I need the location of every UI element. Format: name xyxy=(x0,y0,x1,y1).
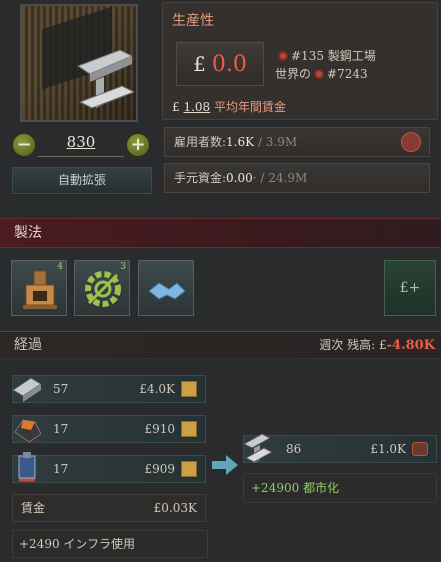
market-coin-icon[interactable] xyxy=(181,421,197,437)
urbanization-row[interactable]: +24900 都市化 xyxy=(243,473,437,503)
average-wage-label: 平均年間賃金 xyxy=(214,100,287,114)
arrow-right-icon xyxy=(212,455,238,475)
weekly-currency: £ xyxy=(379,338,387,352)
employment-bar[interactable]: 雇用者数:1.6K / 3.9M xyxy=(164,127,430,157)
productivity-value: 0.0 xyxy=(211,51,247,77)
productivity-value-box: £ 0.0 xyxy=(176,42,264,86)
productivity-panel: 生産性 £ 0.0 #135 製鋼工場 世界の #7243 £ 1.08 平均年間… xyxy=(162,2,438,120)
employment-max: / 3.9M xyxy=(257,135,298,149)
input-count: 57 xyxy=(53,382,69,396)
currency-symbol: £ xyxy=(193,52,206,76)
currency-icon: £ xyxy=(172,100,180,114)
average-wage[interactable]: £ 1.08 平均年間賃金 xyxy=(172,98,286,115)
flow-title: 経過 xyxy=(14,337,42,353)
rank-building: 製鋼工場 xyxy=(327,49,376,63)
input-price: £909 xyxy=(144,462,175,476)
steel-icon xyxy=(242,433,274,463)
input-price: £4.0K xyxy=(139,382,175,396)
world-prefix: 世界の xyxy=(275,67,312,81)
production-methods-header: 製法 xyxy=(0,218,441,248)
method-button-ownership[interactable] xyxy=(138,260,194,316)
infra-value: +2490 xyxy=(19,537,60,551)
output-count: 86 xyxy=(286,442,302,456)
output-price: £1.0K xyxy=(370,442,406,456)
productivity-title: 生産性 xyxy=(172,13,214,29)
iron-ingot-icon xyxy=(12,377,42,402)
method-button-automation[interactable]: 3 xyxy=(74,260,130,316)
wage-row[interactable]: 賃金 £0.03K xyxy=(12,494,206,522)
weekly-balance: 週次 残高: £-4.80K xyxy=(319,332,435,359)
market-coin-icon[interactable] xyxy=(412,442,428,456)
method-button-furnace[interactable]: 4 xyxy=(11,260,67,316)
rank-number: #135 xyxy=(291,49,324,63)
cash-sep: · xyxy=(252,171,257,185)
employment-current: 1.6K xyxy=(226,135,255,149)
input-good-row[interactable]: 17 £910 xyxy=(12,415,206,443)
urban-label: 都市化 xyxy=(303,481,340,495)
steel-beam-icon xyxy=(76,49,136,109)
handshake-icon xyxy=(148,282,186,300)
employment-label: 雇用者数: xyxy=(174,135,227,149)
rank-info: #135 製鋼工場 世界の #7243 xyxy=(275,47,376,83)
market-coin-icon[interactable] xyxy=(181,461,197,477)
tools-icon xyxy=(18,452,36,482)
weekly-label: 週次 残高: xyxy=(319,338,376,352)
decrease-level-button[interactable]: − xyxy=(12,133,36,157)
output-good-row[interactable]: 86 £1.0K xyxy=(242,433,437,463)
coal-icon xyxy=(14,419,42,443)
lp-add-button[interactable]: £+ xyxy=(384,260,436,316)
urban-value: +24900 xyxy=(251,481,300,495)
cash-current: 0.00 xyxy=(226,171,253,185)
infra-label: インフラ使用 xyxy=(63,537,136,551)
gear-icon xyxy=(278,51,288,61)
world-rank: #7243 xyxy=(327,67,368,81)
input-price: £910 xyxy=(144,422,175,436)
cash-bar[interactable]: 手元資金:0.00· / 24.9M xyxy=(164,163,430,193)
building-image xyxy=(20,4,138,122)
input-good-row[interactable]: 57 £4.0K xyxy=(12,375,206,403)
level-field[interactable]: 830 xyxy=(38,133,124,157)
wage-label: 賃金 xyxy=(21,501,46,515)
cash-label: 手元資金: xyxy=(174,171,227,185)
cash-max: / 24.9M xyxy=(260,171,308,185)
pop-avatar-icon[interactable] xyxy=(401,132,421,152)
wage-value: £0.03K xyxy=(153,501,197,515)
increase-level-button[interactable]: + xyxy=(126,133,150,157)
gear-icon xyxy=(314,69,325,79)
market-coin-icon[interactable] xyxy=(181,381,197,397)
input-good-row[interactable]: 17 £909 xyxy=(12,452,206,483)
auto-expand-button[interactable]: 自動拡張 xyxy=(12,167,152,194)
average-wage-value: 1.08 xyxy=(183,100,211,114)
method-count: 3 xyxy=(120,262,126,272)
infrastructure-row[interactable]: +2490 インフラ使用 xyxy=(12,530,208,558)
input-count: 17 xyxy=(53,422,69,436)
flow-header: 経過 週次 残高: £-4.80K xyxy=(0,331,441,359)
method-count: 4 xyxy=(57,262,63,272)
input-count: 17 xyxy=(53,462,69,476)
weekly-value: -4.80K xyxy=(386,338,435,353)
